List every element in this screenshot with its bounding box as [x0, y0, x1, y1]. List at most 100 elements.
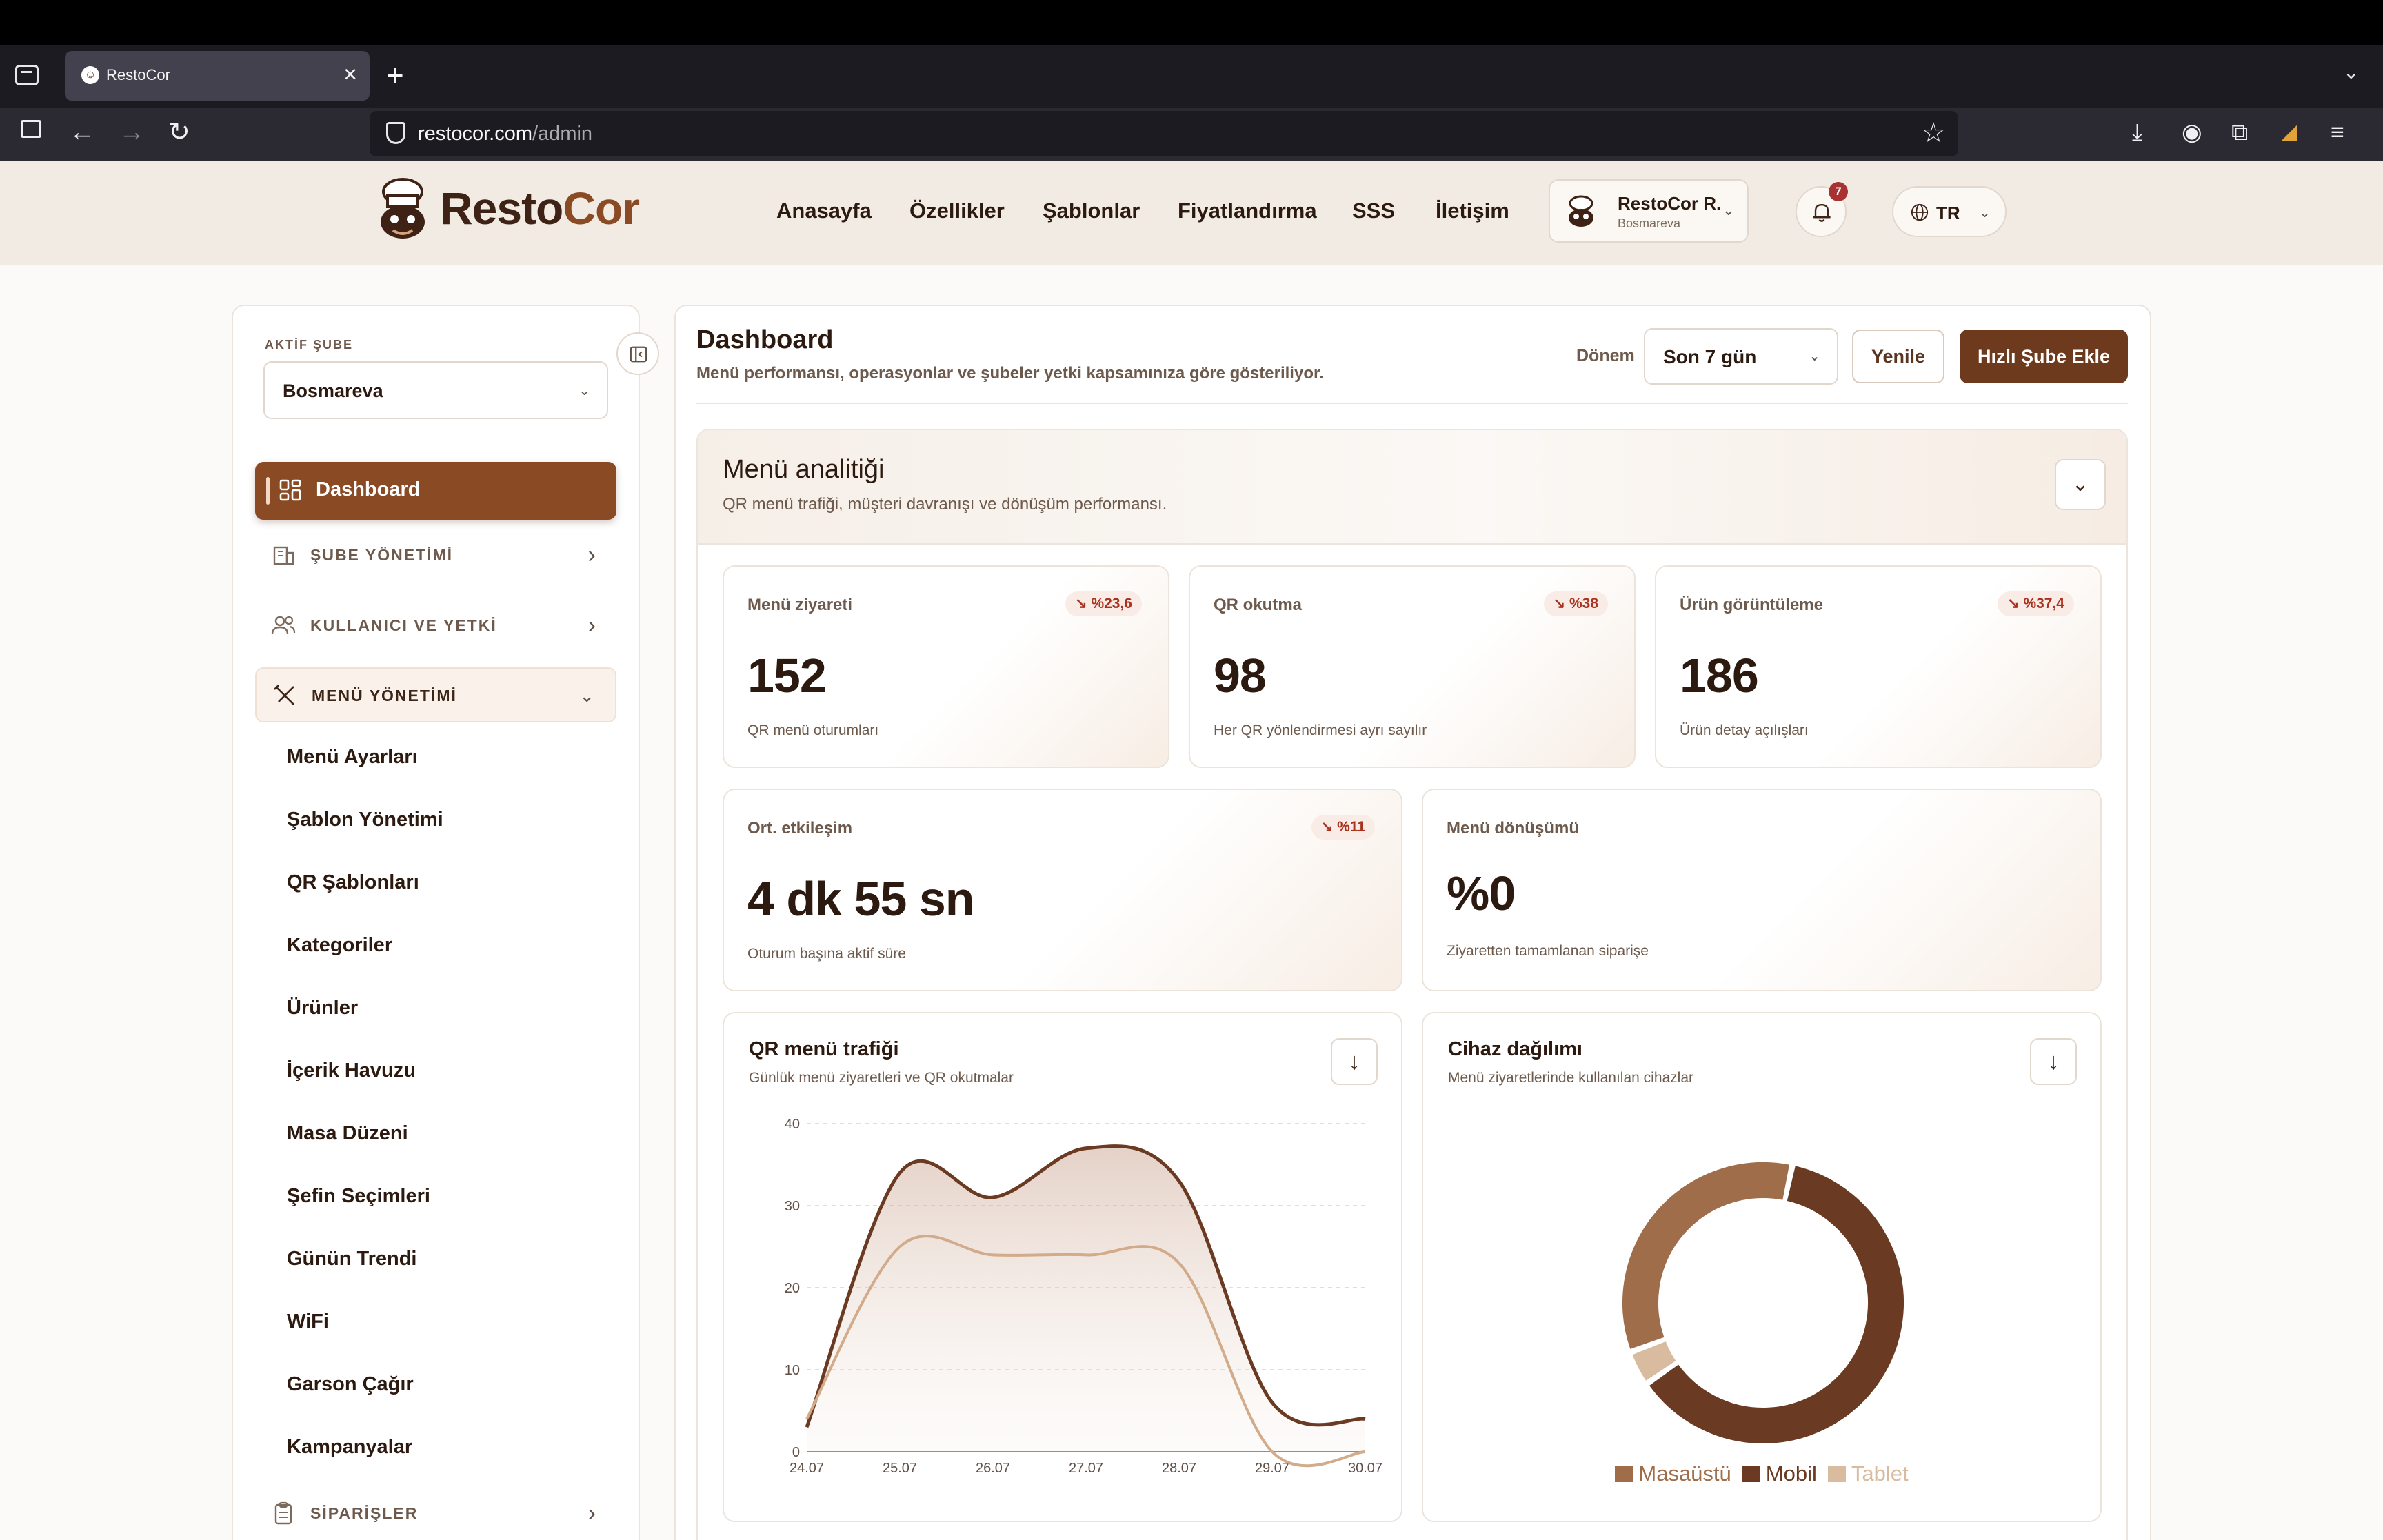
bookmark-star-icon[interactable]: ☆ — [1921, 116, 1946, 150]
chevron-down-icon: ⌄ — [1722, 201, 1735, 219]
sidebar-toggle-icon[interactable] — [21, 120, 41, 138]
sidebar-item-icerik-havuzu[interactable]: İçerik Havuzu — [287, 1060, 416, 1082]
legend-item[interactable]: Tablet — [1827, 1461, 1909, 1486]
sidebar-item-qr-sablonlari[interactable]: QR Şablonları — [287, 871, 419, 894]
kpi-footnote: Her QR yönlendirmesi ayrı sayılır — [1214, 722, 1427, 738]
sidebar-item-menu-ayarlari[interactable]: Menü Ayarları — [287, 746, 418, 769]
sidebar-group-menu[interactable]: MENÜ YÖNETİMİ ⌄ — [255, 667, 616, 722]
y-tick-label: 20 — [785, 1281, 800, 1296]
kpi-title: Menü dönüşümü — [1447, 819, 1579, 838]
sidebar-item-sefin-secimleri[interactable]: Şefin Seçimleri — [287, 1185, 430, 1208]
kpi-value: 186 — [1680, 649, 1759, 702]
chef-logo-icon[interactable] — [375, 175, 430, 244]
extension-icon[interactable]: ◢ — [2281, 119, 2297, 146]
kpi-footnote: Ziyaretten tamamlanan siparişe — [1447, 943, 1649, 959]
app-menu-icon[interactable]: ≡ — [2331, 119, 2344, 146]
legend-swatch — [1742, 1466, 1760, 1482]
sidebar-group-sube[interactable]: ŞUBE YÖNETİMİ › — [255, 528, 616, 583]
sidebar-item-urunler[interactable]: Ürünler — [287, 997, 358, 1020]
sidebar-item-sablon-yonetimi[interactable]: Şablon Yönetimi — [287, 809, 443, 831]
quick-add-branch-button[interactable]: Hızlı Şube Ekle — [1960, 330, 2128, 383]
kpi-card-menu-conversion: Menü dönüşümü %0 Ziyaretten tamamlanan s… — [1422, 789, 2102, 991]
sidebar-item-garson-cagir[interactable]: Garson Çağır — [287, 1373, 414, 1396]
active-indicator — [266, 477, 270, 505]
shield-icon — [386, 122, 405, 144]
address-bar[interactable]: restocor.com/admin ☆ — [370, 111, 1958, 156]
sidebar-group-kullanici[interactable]: KULLANICI VE YETKİ › — [255, 598, 616, 654]
device-distribution-chart-card: Cihaz dağılımı Menü ziyaretlerinde kulla… — [1422, 1012, 2102, 1522]
url-text[interactable]: restocor.com/admin — [418, 123, 592, 145]
nav-sablonlar[interactable]: Şablonlar — [1043, 199, 1140, 223]
reload-icon[interactable]: ↻ — [168, 119, 190, 146]
utensils-icon — [274, 685, 294, 705]
nav-fiyatlandirma[interactable]: Fiyatlandırma — [1178, 199, 1317, 223]
nav-ozellikler[interactable]: Özellikler — [909, 199, 1005, 223]
period-select-value: Son 7 gün — [1663, 346, 1757, 367]
kpi-card-avg-engagement: Ort. etkileşim ↘ %11 4 dk 55 sn Oturum b… — [723, 789, 1402, 991]
nav-iletisim[interactable]: İletişim — [1436, 199, 1509, 223]
sidebar-group-label: ŞUBE YÖNETİMİ — [310, 546, 454, 564]
x-tick-label: 24.07 — [790, 1461, 824, 1476]
x-tick-label: 26.07 — [976, 1461, 1010, 1476]
language-selector[interactable]: TR ⌄ — [1892, 186, 2007, 237]
sidebar-item-dashboard[interactable]: Dashboard — [255, 462, 616, 520]
sidebar-group-label: MENÜ YÖNETİMİ — [312, 687, 457, 705]
divider — [696, 403, 2128, 404]
period-select[interactable]: Son 7 gün ⌄ — [1644, 328, 1838, 385]
avatar — [1569, 195, 1593, 227]
sidebar-item-kampanyalar[interactable]: Kampanyalar — [287, 1436, 412, 1459]
change-badge: ↘ %37,4 — [1998, 591, 2074, 616]
user-name: RestoCor R. — [1618, 193, 1722, 214]
legend-swatch — [1615, 1466, 1633, 1482]
section-subtitle: QR menü trafiği, müşteri davranışı ve dö… — [723, 495, 1167, 514]
change-badge: ↘ %11 — [1311, 815, 1375, 840]
change-badge: ↘ %23,6 — [1065, 591, 1142, 616]
chevron-right-icon: › — [587, 612, 596, 638]
dashboard-grid-icon — [279, 479, 301, 501]
legend-item[interactable]: Masaüstü — [1615, 1461, 1731, 1486]
x-tick-label: 27.07 — [1069, 1461, 1103, 1476]
extensions-icon[interactable]: ⧉ — [2231, 119, 2248, 146]
tab-title: RestoCor — [106, 66, 170, 83]
y-tick-label: 40 — [785, 1117, 800, 1132]
sidebar-group-siparisler[interactable]: SİPARİŞLER › — [255, 1486, 616, 1540]
kpi-footnote: QR menü oturumları — [747, 722, 879, 738]
refresh-button[interactable]: Yenile — [1852, 330, 1944, 383]
tab-list-chevron-icon[interactable]: ⌄ — [2343, 61, 2359, 83]
branch-select-value: Bosmareva — [283, 381, 383, 401]
legend-item[interactable]: Mobil — [1742, 1461, 1817, 1486]
kpi-title: Ort. etkileşim — [747, 819, 853, 838]
device-donut-chart — [1622, 1162, 1904, 1443]
chevron-right-icon: › — [587, 1500, 596, 1526]
qr-traffic-chart: 0 10 20 30 40 24.07 25.07 26.07 27.07 28.07 29.07 3… — [785, 1117, 1382, 1476]
download-icon[interactable]: ⤓ — [2132, 119, 2142, 146]
tab-overview-icon[interactable] — [15, 65, 39, 85]
forward-icon[interactable]: → — [119, 119, 145, 146]
x-tick-label: 28.07 — [1162, 1461, 1196, 1476]
sidebar-item-kategoriler[interactable]: Kategoriler — [287, 934, 392, 957]
sidebar-item-masa-duzeni[interactable]: Masa Düzeni — [287, 1122, 408, 1145]
sidebar-item-gunun-trendi[interactable]: Günün Trendi — [287, 1248, 417, 1270]
browser-tab[interactable]: ☺ RestoCor × — [65, 51, 370, 101]
nav-sss[interactable]: SSS — [1352, 199, 1395, 223]
language-code: TR — [1936, 203, 1960, 223]
sidebar-item-wifi[interactable]: WiFi — [287, 1310, 329, 1333]
notifications-button[interactable]: 7 — [1796, 182, 1848, 237]
back-icon[interactable]: ← — [69, 119, 95, 146]
legend-swatch — [1827, 1466, 1846, 1482]
x-tick-label: 25.07 — [883, 1461, 917, 1476]
branch-select[interactable]: Bosmareva ⌄ — [263, 361, 608, 419]
logo-text[interactable]: RestoCor — [440, 182, 640, 234]
sidebar-collapse-button[interactable] — [616, 332, 659, 375]
sidebar-item-label: Dashboard — [316, 478, 421, 500]
tab-close-icon[interactable]: × — [343, 61, 357, 88]
clipboard-icon — [274, 1501, 292, 1525]
kpi-card-product-views: Ürün görüntüleme ↘ %37,4 186 Ürün detay … — [1655, 565, 2102, 768]
account-icon[interactable]: ◉ — [2182, 119, 2202, 146]
kpi-value: 4 dk 55 sn — [747, 872, 975, 926]
new-tab-icon[interactable]: + — [386, 57, 404, 95]
user-menu-button[interactable]: RestoCor R. Bosmareva ⌄ — [1549, 179, 1749, 243]
page-title: Dashboard — [696, 325, 834, 354]
nav-anasayfa[interactable]: Anasayfa — [776, 199, 872, 223]
collapse-toggle-button[interactable]: ⌄ — [2055, 459, 2106, 510]
